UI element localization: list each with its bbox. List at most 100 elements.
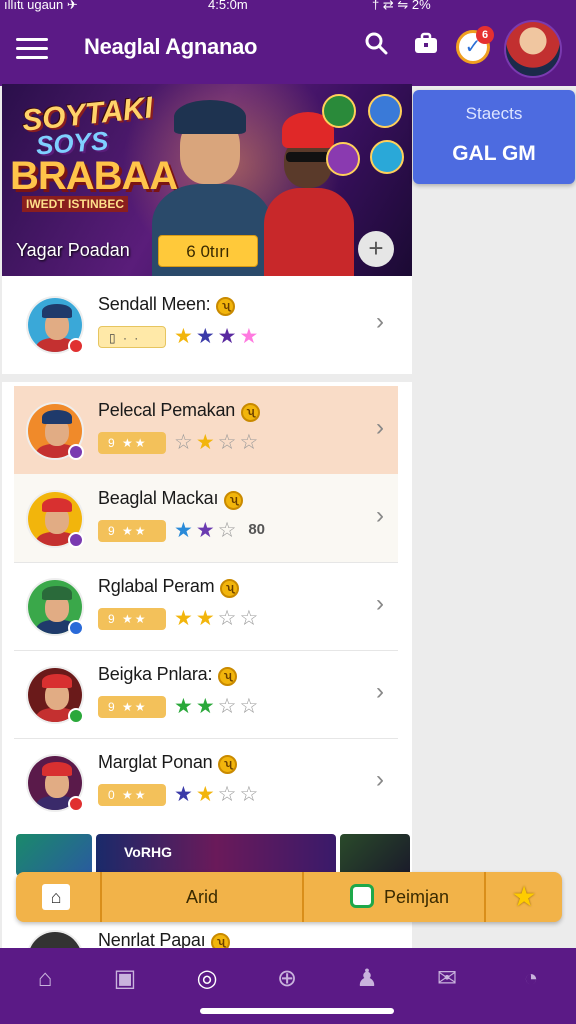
player-name: Sendall Meen: ʯ [98, 294, 236, 316]
home-indicator [200, 1008, 394, 1014]
thumbnail[interactable] [340, 834, 410, 876]
rating-star-icon: ★ [174, 325, 196, 348]
banner-character-red [264, 102, 354, 276]
status-bar: ıllıtɩ ugaun ✈ 4:5:0m † ⇄ ⇋ 2% [0, 0, 576, 16]
list-item[interactable]: Nenrlat Papaı ʯ [14, 930, 398, 950]
user-avatar[interactable] [504, 20, 562, 78]
level-pill: 9 ★★ [98, 696, 166, 718]
toolbox-icon[interactable] [410, 30, 442, 62]
thumbnail[interactable]: VoRHG [96, 834, 336, 876]
menu-icon[interactable] [16, 38, 48, 60]
player-name: Marglat Ponan ʯ [98, 752, 238, 774]
stats-title: Staects [465, 104, 523, 123]
rating-stars: ★★★★ [174, 324, 261, 349]
peimjan-button[interactable]: Peimjan [304, 872, 486, 922]
list-item[interactable]: Beigka Pnlara: ʯ 9 ★★ ★★☆☆ › [14, 650, 398, 738]
nav-home-icon[interactable]: ⌂ [30, 964, 60, 994]
orb-icon [368, 94, 402, 128]
thumbnail-strip: VoRHG [14, 834, 412, 876]
rating-star-icon: ☆ [239, 695, 262, 718]
list-item[interactable]: Pelecal Pemakan ʯ 9 ★★ ☆★☆☆ › [14, 386, 398, 474]
nav-clock-icon[interactable]: ◔ [516, 964, 546, 994]
chevron-right-icon[interactable]: › [376, 590, 384, 618]
chevron-right-icon[interactable]: › [376, 678, 384, 706]
level-pill: 9 ★★ [98, 608, 166, 630]
player-name: Rglabal Peram ʯ [98, 576, 240, 598]
star-icon[interactable]: ★ [486, 872, 562, 922]
player-name: Pelecal Pemakan ʯ [98, 400, 261, 422]
add-button[interactable]: + [358, 231, 394, 267]
level-pill: ▯ · · [98, 326, 166, 348]
coin-icon: ʯ [241, 403, 261, 422]
rating-star-icon: ☆ [217, 783, 240, 806]
chevron-right-icon[interactable]: › [376, 766, 384, 794]
list-item[interactable]: Rglabal Peram ʯ 9 ★★ ★★☆☆ › [14, 562, 398, 650]
rating-star-icon: ★ [174, 519, 196, 542]
stats-value: GAL GM [452, 142, 536, 165]
status-badge [68, 444, 84, 460]
featured-banner[interactable]: SOYTAKI SOYS BRABAA IWEDT ISTINBEC Yagar… [2, 84, 412, 276]
rating-star-icon: ★ [174, 695, 196, 718]
nav-profile-icon[interactable]: ♟ [352, 964, 382, 994]
rating-star-icon: ★ [195, 431, 218, 454]
list-item[interactable]: Marglat Ponan ʯ 0 ★★ ★★☆☆ › [14, 738, 398, 826]
rating-stars: ☆★☆☆ [174, 430, 261, 455]
rating-star-icon: ★ [217, 325, 240, 348]
chevron-right-icon[interactable]: › [376, 502, 384, 530]
thumbnail[interactable] [16, 834, 92, 876]
rating-star-icon: ★ [195, 325, 218, 348]
status-badge [68, 532, 84, 548]
peimjan-label: Peimjan [384, 887, 450, 907]
rating-star-icon: ☆ [239, 783, 262, 806]
list-item[interactable]: Beaglal Mackaı ʯ 9 ★★ ★★☆ 80 › [14, 474, 398, 562]
rating-stars: ★★☆☆ [174, 782, 261, 807]
chevron-right-icon[interactable]: › [376, 308, 384, 336]
rating-star-icon: ☆ [217, 431, 240, 454]
nav-search-icon[interactable]: ◎ [192, 964, 222, 994]
coin-icon: ʯ [220, 579, 240, 598]
arid-button[interactable]: Arid [102, 872, 304, 922]
bottom-navigation: ⌂ ▣ ◎ ⊕ ♟ ✉ ◔ [0, 948, 576, 1024]
rating-star-icon: ☆ [174, 431, 196, 454]
rating-star-icon: ★ [195, 607, 218, 630]
rating-star-icon: ☆ [239, 607, 262, 630]
stats-card[interactable]: Staects GAL GM [413, 90, 575, 184]
rating-star-icon: ★ [239, 325, 262, 348]
nav-compass-icon[interactable]: ⊕ [272, 964, 302, 994]
rating-star-icon: ★ [195, 783, 218, 806]
rating-value: 80 [248, 521, 266, 538]
rating-star-icon: ☆ [239, 431, 262, 454]
rating-star-icon: ★ [195, 695, 218, 718]
player-name: Beigka Pnlara: ʯ [98, 664, 238, 686]
notification-badge: 6 [476, 26, 494, 44]
page-title: Neaglal Agnanao [84, 34, 258, 59]
top-app-bar: ıllıtɩ ugaun ✈ 4:5:0m † ⇄ ⇋ 2% Neaglal A… [0, 0, 576, 86]
status-time: 4:5:0m [208, 0, 248, 12]
home-icon: ⌂ [42, 884, 70, 910]
player-list-panel: SOYTAKI SOYS BRABAA IWEDT ISTINBEC Yagar… [2, 84, 412, 950]
orb-icon [322, 94, 356, 128]
search-icon[interactable] [360, 30, 392, 62]
home-action-button[interactable]: ⌂ [16, 872, 102, 922]
divider [2, 374, 412, 382]
rating-stars: ★★☆ 80 [174, 518, 265, 543]
nav-window-icon[interactable]: ▣ [110, 964, 140, 994]
status-right: † ⇄ ⇋ 2% [372, 0, 431, 12]
level-pill: 0 ★★ [98, 784, 166, 806]
coin-icon: ʯ [218, 755, 238, 774]
banner-logo-line4: IWEDT ISTINBEC [22, 196, 128, 212]
nav-mail-icon[interactable]: ✉ [432, 964, 462, 994]
thumbnail-label: VoRHG [124, 844, 172, 860]
coin-icon: ʯ [218, 667, 238, 686]
avatar [26, 930, 84, 950]
rating-stars: ★★☆☆ [174, 606, 261, 631]
status-badge [68, 338, 84, 354]
list-item[interactable]: Sendall Meen: ʯ ▯ · · ★★★★ › [14, 280, 398, 368]
orb-icon [370, 140, 404, 174]
status-badge [68, 796, 84, 812]
player-name: Nenrlat Papaı ʯ [98, 930, 231, 950]
chevron-right-icon[interactable]: › [376, 414, 384, 442]
rating-star-icon: ☆ [217, 519, 240, 542]
rating-star-icon: ★ [195, 519, 218, 542]
banner-action-button[interactable]: 6 0tırı [158, 235, 258, 267]
